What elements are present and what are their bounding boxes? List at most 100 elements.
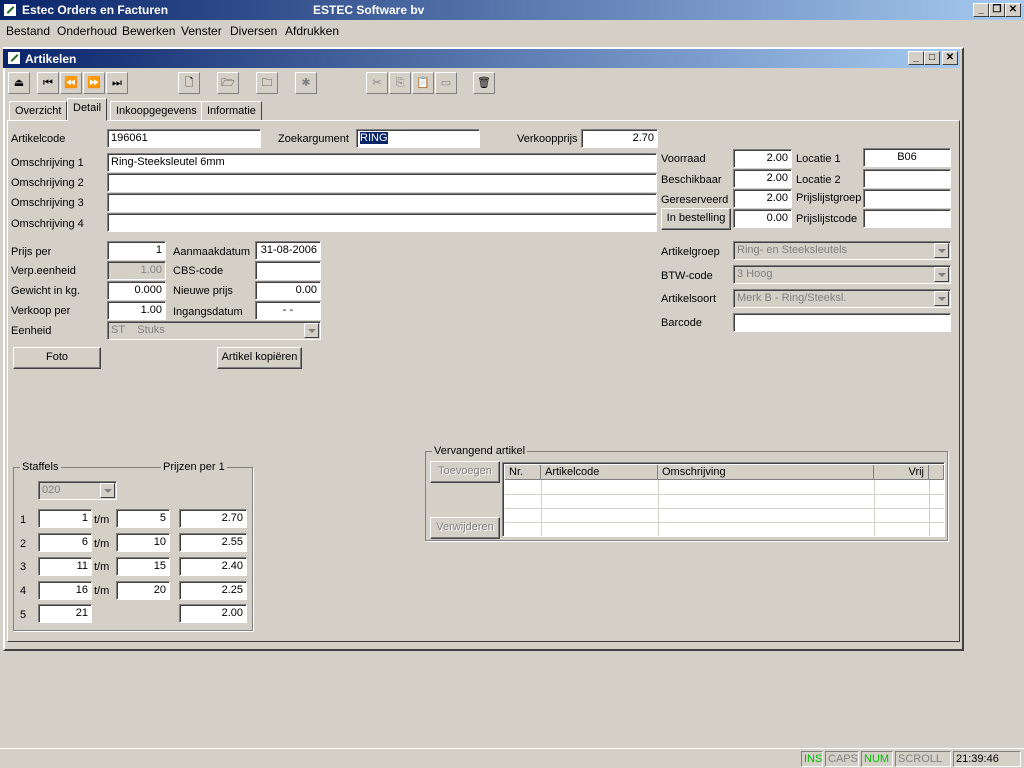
omschrijving3-field[interactable] xyxy=(107,193,657,212)
prijs-per-label: Prijs per xyxy=(11,246,52,258)
cbs-code-label: CBS-code xyxy=(173,265,224,277)
tab-informatie[interactable]: Informatie xyxy=(201,101,262,121)
toevoegen-button[interactable]: Toevoegen xyxy=(430,461,500,483)
in-bestelling-field[interactable]: 0.00 xyxy=(733,209,792,228)
window-maximize-icon[interactable]: □ xyxy=(924,51,940,65)
artikelgroep-select[interactable]: Ring- en Steeksleutels xyxy=(733,241,951,260)
staffel-nr: 1 xyxy=(20,514,27,526)
column-header[interactable]: Artikelcode xyxy=(541,465,658,480)
restore-icon[interactable]: ❐ xyxy=(989,3,1005,17)
eenheid-select[interactable]: ST Stuks xyxy=(107,321,321,340)
staffel-price[interactable]: 2.25 xyxy=(179,581,247,600)
column-header[interactable]: Omschrijving xyxy=(658,465,874,480)
menu-bestand[interactable]: Bestand xyxy=(6,24,50,38)
exit-icon[interactable]: ⏏ xyxy=(8,72,30,94)
chevron-down-icon[interactable] xyxy=(934,243,949,258)
last-record-icon[interactable]: ⏭ xyxy=(106,72,128,94)
open-icon[interactable]: 🗁 xyxy=(217,72,239,94)
cut-icon[interactable]: ✂ xyxy=(366,72,388,94)
clear-icon[interactable]: ▭ xyxy=(435,72,457,94)
column-header[interactable]: Nr. xyxy=(505,465,541,480)
staffel-from[interactable]: 1 xyxy=(38,509,92,528)
staffel-to[interactable]: 5 xyxy=(116,509,170,528)
staffel-from[interactable]: 16 xyxy=(38,581,92,600)
btw-code-select[interactable]: 3 Hoog xyxy=(733,265,951,284)
window-minimize-icon[interactable]: _ xyxy=(908,51,924,65)
window-close-icon[interactable]: ✕ xyxy=(942,51,958,65)
menu-venster[interactable]: Venster xyxy=(181,24,222,38)
artikel-kopieren-button[interactable]: Artikel kopiëren xyxy=(217,347,302,369)
new-record-icon[interactable]: 🗋 xyxy=(178,72,200,94)
prijslijstcode-field[interactable] xyxy=(863,209,951,228)
zoekargument-field[interactable]: RING xyxy=(356,129,480,148)
verkoopprijs-field[interactable]: 2.70 xyxy=(581,129,658,148)
menu-onderhoud[interactable]: Onderhoud xyxy=(57,24,117,38)
tab-overzicht[interactable]: Overzicht xyxy=(9,101,68,121)
barcode-label: Barcode xyxy=(661,317,702,329)
staffel-price[interactable]: 2.55 xyxy=(179,533,247,552)
omschrijving1-field[interactable]: Ring-Steeksleutel 6mm xyxy=(107,153,657,172)
column-header[interactable]: Vrij xyxy=(874,465,929,480)
artikelcode-field[interactable]: 196061 xyxy=(107,129,261,148)
verp-eenheid-field[interactable]: 1.00 xyxy=(107,261,166,280)
omschrijving1-label: Omschrijving 1 xyxy=(11,157,84,169)
foto-button[interactable]: Foto xyxy=(13,347,101,369)
chevron-down-icon[interactable] xyxy=(304,323,319,338)
copy-icon[interactable]: ⎘ xyxy=(389,72,411,94)
menu-afdrukken[interactable]: Afdrukken xyxy=(285,24,339,38)
verkoopprijs-label: Verkoopprijs xyxy=(517,133,578,145)
aanmaakdatum-field[interactable]: 31-08-2006 xyxy=(255,241,321,260)
prijs-per-field[interactable]: 1 xyxy=(107,241,166,260)
chevron-down-icon[interactable] xyxy=(934,291,949,306)
artikelsoort-select[interactable]: Merk B - Ring/Steeksl. xyxy=(733,289,951,308)
staffel-from[interactable]: 21 xyxy=(38,604,92,623)
beschikbaar-field[interactable]: 2.00 xyxy=(733,169,792,188)
staffels-title: Staffels xyxy=(20,461,61,473)
first-record-icon[interactable]: ⏮ xyxy=(37,72,59,94)
ingangsdatum-label: Ingangsdatum xyxy=(173,306,243,318)
staffel-tm: t/m xyxy=(94,561,110,573)
in-bestelling-button[interactable]: In bestelling xyxy=(661,208,731,230)
staffel-to[interactable]: 20 xyxy=(116,581,170,600)
save-icon[interactable]: 🗀 xyxy=(256,72,278,94)
tab-inkoopgegevens[interactable]: Inkoopgegevens xyxy=(110,101,203,121)
staffel-to[interactable]: 10 xyxy=(116,533,170,552)
locatie2-field[interactable] xyxy=(863,169,951,188)
minimize-icon[interactable]: _ xyxy=(973,3,989,17)
zoekargument-value: RING xyxy=(360,132,388,144)
paste-icon[interactable]: 📋 xyxy=(412,72,434,94)
ingangsdatum-field[interactable]: - - xyxy=(255,301,321,320)
menu-bewerken[interactable]: Bewerken xyxy=(122,24,175,38)
nieuwe-prijs-field[interactable]: 0.00 xyxy=(255,281,321,300)
prijslijstgroep-field[interactable] xyxy=(863,189,951,208)
next-record-icon[interactable]: ⏩ xyxy=(83,72,105,94)
delete-icon[interactable]: 🗑 xyxy=(473,72,495,94)
verwijderen-button[interactable]: Verwijderen xyxy=(430,517,500,539)
settings-icon[interactable]: ✱ xyxy=(295,72,317,94)
gewicht-field[interactable]: 0.000 xyxy=(107,281,166,300)
cbs-code-field[interactable] xyxy=(255,261,321,280)
chevron-down-icon[interactable] xyxy=(934,267,949,282)
close-icon[interactable]: ✕ xyxy=(1005,3,1021,17)
omschrijving4-field[interactable] xyxy=(107,213,657,232)
chevron-down-icon[interactable] xyxy=(100,483,115,498)
verkoop-per-field[interactable]: 1.00 xyxy=(107,301,166,320)
artikelsoort-value: Merk B - Ring/Steeksl. xyxy=(737,292,847,304)
staffel-from[interactable]: 6 xyxy=(38,533,92,552)
tab-detail[interactable]: Detail xyxy=(67,98,108,121)
barcode-field[interactable] xyxy=(733,313,951,332)
locatie1-field[interactable]: B06 xyxy=(863,148,951,167)
staffel-code-select[interactable]: 020 xyxy=(38,481,117,500)
menu-diversen[interactable]: Diversen xyxy=(230,24,277,38)
gereserveerd-field[interactable]: 2.00 xyxy=(733,189,792,208)
previous-record-icon[interactable]: ⏪ xyxy=(60,72,82,94)
staffel-from[interactable]: 11 xyxy=(38,557,92,576)
staffel-to[interactable]: 15 xyxy=(116,557,170,576)
staffel-price[interactable]: 2.40 xyxy=(179,557,247,576)
staffel-price[interactable]: 2.70 xyxy=(179,509,247,528)
beschikbaar-label: Beschikbaar xyxy=(661,174,722,186)
omschrijving2-field[interactable] xyxy=(107,173,657,192)
voorraad-field[interactable]: 2.00 xyxy=(733,149,792,168)
staffel-price[interactable]: 2.00 xyxy=(179,604,247,623)
window-icon xyxy=(7,51,21,65)
